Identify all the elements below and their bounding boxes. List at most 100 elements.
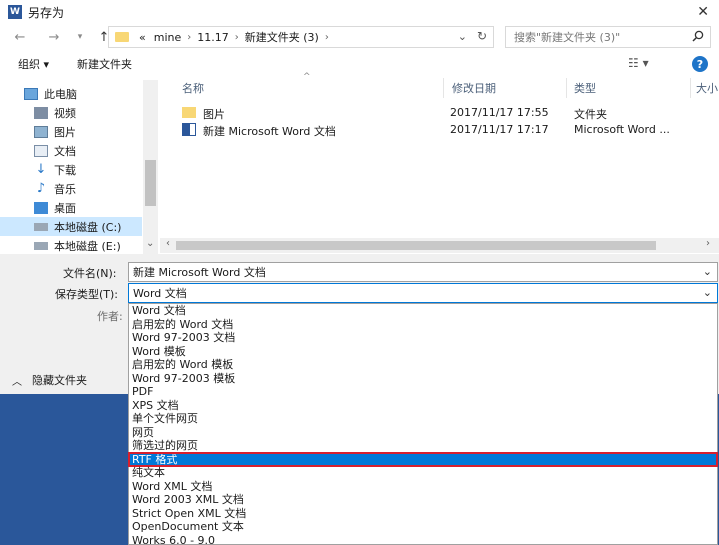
savetype-option[interactable]: RTF 格式 [128, 451, 718, 467]
computer-icon [24, 87, 38, 100]
search-icon[interactable] [692, 30, 704, 45]
chevron-down-icon[interactable]: ⌄ [458, 30, 467, 43]
breadcrumb-item[interactable]: mine [154, 31, 182, 44]
column-header-date[interactable]: 修改日期 [452, 80, 496, 98]
file-type: 文件夹 [574, 108, 607, 121]
chevron-down-icon[interactable]: ⌄ [703, 265, 712, 278]
nav-item-drive-c[interactable]: 本地磁盘 (C:) [0, 217, 142, 236]
music-icon: ♪ [36, 180, 46, 196]
drive-icon [34, 241, 48, 250]
scroll-left-icon[interactable]: ‹ [166, 238, 170, 249]
view-options-icon[interactable]: ☷ ▾ [628, 56, 649, 70]
command-bar: 组织 ▾ 新建文件夹 ☷ ▾ ? [0, 52, 719, 76]
nav-item-label: 下载 [54, 163, 76, 177]
savetype-option[interactable]: 单个文件网页 [129, 412, 717, 426]
navigation-pane: 此电脑 视频 图片 文档 ↓ 下载 ♪ 音乐 桌面 本地磁盘 (C:) 本地磁盘… [0, 76, 158, 254]
savetype-option[interactable]: Strict Open XML 文档 [129, 507, 717, 521]
savetype-option[interactable]: Word 文档 [129, 304, 717, 318]
savetype-option[interactable]: 启用宏的 Word 模板 [129, 358, 717, 372]
nav-item-label: 视频 [54, 106, 76, 120]
filename-field[interactable]: 新建 Microsoft Word 文档 ⌄ [128, 262, 718, 282]
author-label: 作者: [97, 310, 123, 323]
savetype-label: 保存类型(T): [55, 288, 119, 301]
hide-folders-label: 隐藏文件夹 [32, 374, 87, 387]
close-icon[interactable]: ✕ [697, 4, 709, 20]
chevron-up-icon: ︿ [12, 376, 22, 388]
column-divider[interactable] [566, 78, 567, 98]
savetype-option[interactable]: Word 模板 [129, 345, 717, 359]
filename-label: 文件名(N): [63, 267, 117, 280]
pictures-icon [34, 125, 48, 138]
sort-ascending-icon: ^ [303, 72, 311, 82]
folder-icon [182, 107, 196, 118]
download-icon: ↓ [35, 161, 47, 177]
organize-button[interactable]: 组织 ▾ [18, 56, 49, 72]
savetype-dropdown-list[interactable]: Word 文档 启用宏的 Word 文档 Word 97-2003 文档 Word 模… [128, 303, 718, 545]
savetype-option[interactable]: PDF [129, 385, 717, 399]
file-row[interactable]: 图片 2017/11/17 17:55 文件夹 [178, 104, 698, 122]
column-divider[interactable] [443, 78, 444, 98]
column-header-size[interactable]: 大小 [696, 80, 718, 98]
file-row[interactable]: 新建 Microsoft Word 文档 2017/11/17 17:17 Mi… [178, 121, 698, 139]
savetype-option[interactable]: Word XML 文档 [129, 480, 717, 494]
word-app-icon: W [8, 5, 22, 19]
savetype-option[interactable]: Word 97-2003 文档 [129, 331, 717, 345]
recent-dropdown-icon[interactable]: ▾ [70, 32, 90, 42]
address-bar[interactable]: « mine › 11.17 › 新建文件夹 (3) › ⌄ ↻ [108, 26, 494, 48]
column-divider[interactable] [690, 78, 691, 98]
horizontal-scrollbar[interactable] [160, 238, 719, 253]
hide-folders-toggle[interactable]: ︿ 隐藏文件夹 [12, 372, 87, 388]
title-bar: W 另存为 ✕ [0, 0, 719, 24]
savetype-option[interactable]: Word 2003 XML 文档 [129, 493, 717, 507]
savetype-option[interactable]: XPS 文档 [129, 399, 717, 413]
savetype-option[interactable]: 网页 [129, 426, 717, 440]
file-type: Microsoft Word ... [574, 123, 670, 136]
nav-item-label: 桌面 [54, 201, 76, 215]
savetype-value: Word 文档 [133, 287, 187, 300]
word-doc-icon [182, 123, 196, 136]
column-header-name[interactable]: 名称 [182, 80, 204, 98]
chevron-right-icon: › [324, 31, 329, 43]
video-icon [34, 106, 48, 119]
drive-icon [34, 222, 48, 231]
savetype-option[interactable]: Word 97-2003 模板 [129, 372, 717, 386]
file-date: 2017/11/17 17:55 [450, 106, 549, 119]
nav-scroll-thumb[interactable] [145, 160, 156, 206]
window-title: 另存为 [28, 5, 65, 20]
nav-item-label: 此电脑 [44, 87, 77, 101]
breadcrumb-overflow[interactable]: « [139, 31, 146, 44]
back-icon[interactable]: ← [10, 30, 30, 45]
column-header-type[interactable]: 类型 [574, 80, 596, 98]
nav-scrollbar[interactable] [143, 80, 158, 255]
savetype-option[interactable]: 纯文本 [129, 466, 717, 480]
file-date: 2017/11/17 17:17 [450, 123, 549, 136]
nav-item-label: 本地磁盘 (E:) [54, 239, 121, 253]
address-row: ← → ▾ ↑ « mine › 11.17 › 新建文件夹 (3) › ⌄ ↻… [0, 24, 719, 50]
help-icon[interactable]: ? [692, 56, 708, 72]
savetype-option[interactable]: OpenDocument 文本 [129, 520, 717, 534]
forward-icon[interactable]: → [44, 30, 64, 45]
scroll-right-icon[interactable]: › [706, 238, 710, 249]
savetype-option[interactable]: Works 6.0 - 9.0 [129, 534, 717, 545]
savetype-option[interactable]: 筛选过的网页 [129, 439, 717, 453]
nav-item-label: 图片 [54, 125, 76, 139]
horizontal-scroll-thumb[interactable] [176, 241, 656, 250]
file-name: 图片 [203, 108, 225, 121]
chevron-right-icon: › [234, 31, 239, 43]
nav-item-label: 音乐 [54, 182, 76, 196]
savetype-option[interactable]: 启用宏的 Word 文档 [129, 318, 717, 332]
new-folder-button[interactable]: 新建文件夹 [77, 56, 132, 72]
savetype-select[interactable]: Word 文档 ⌄ [128, 283, 718, 303]
refresh-icon[interactable]: ↻ [477, 29, 487, 43]
nav-item-label: 本地磁盘 (C:) [54, 220, 122, 234]
file-name: 新建 Microsoft Word 文档 [203, 125, 336, 138]
scroll-down-icon[interactable]: ⌄ [146, 238, 154, 249]
search-input[interactable]: 搜索"新建文件夹 (3)" [505, 26, 711, 48]
documents-icon [34, 144, 48, 157]
search-placeholder: 搜索"新建文件夹 (3)" [514, 31, 621, 44]
chevron-right-icon: › [187, 31, 192, 43]
chevron-down-icon[interactable]: ⌄ [703, 286, 712, 299]
breadcrumb-item[interactable]: 新建文件夹 (3) [245, 29, 319, 45]
breadcrumb-item[interactable]: 11.17 [197, 31, 229, 44]
nav-item-label: 文档 [54, 144, 76, 158]
